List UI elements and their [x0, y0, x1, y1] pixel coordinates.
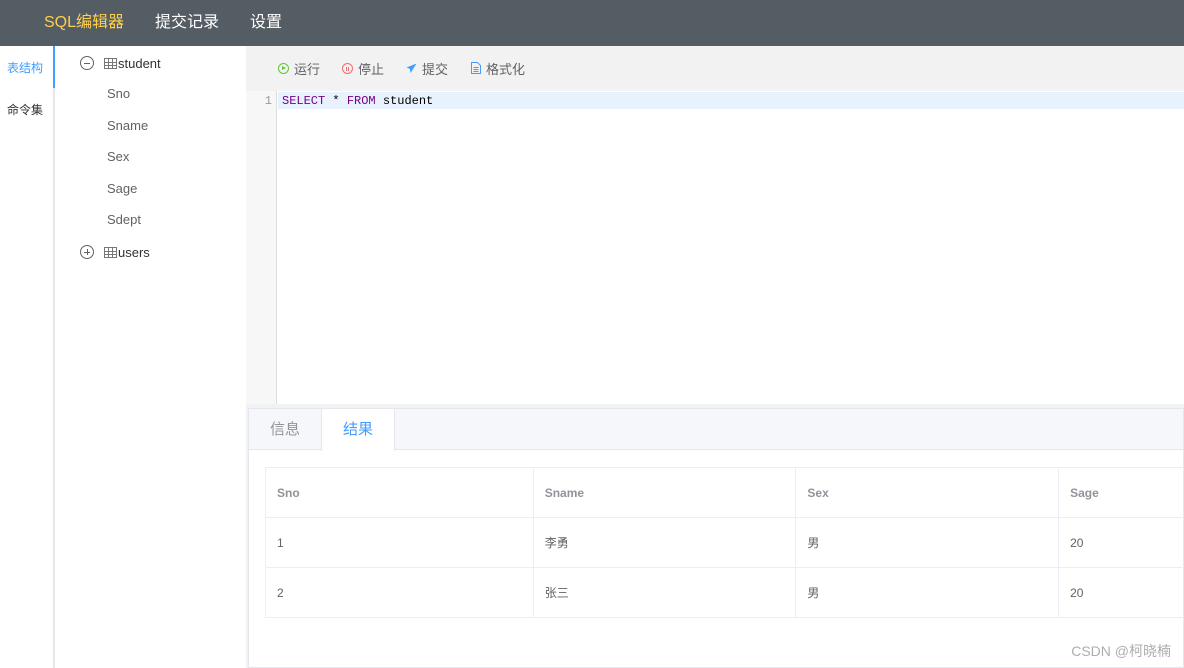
table-cell: 1: [265, 517, 534, 568]
tree-leaf-column[interactable]: Sdept: [107, 212, 141, 227]
tree-leaf-column[interactable]: Sno: [107, 86, 130, 101]
top-nav-bar: SQL编辑器 提交记录 设置: [0, 0, 1184, 46]
submit-label: 提交: [422, 61, 449, 77]
stop-label: 停止: [358, 61, 385, 77]
table-cell: 张三: [532, 567, 797, 618]
nav-sql-editor[interactable]: SQL编辑器: [44, 0, 124, 46]
tree-leaf-column[interactable]: Sname: [107, 118, 148, 133]
table-row: 2 张三 男 20: [265, 567, 1184, 618]
table-cell: 20: [1058, 567, 1184, 618]
side-tab-table-structure[interactable]: 表结构: [0, 46, 55, 88]
table-cell: 20: [1058, 517, 1184, 568]
watermark: CSDN @柯晓楠: [1071, 643, 1171, 659]
tab-info[interactable]: 信息: [249, 409, 321, 450]
code-line[interactable]: SELECT * FROM student: [282, 94, 433, 108]
table-cell: 男: [795, 517, 1060, 568]
minus-circle-icon[interactable]: [80, 56, 94, 70]
column-header[interactable]: Sage: [1058, 467, 1184, 518]
main-area: 运行 停止 提交 格式化 1 SELECT * FROM student 信息: [246, 46, 1184, 668]
table-row: 1 李勇 男 20: [265, 517, 1184, 568]
tree-node-label: users: [118, 244, 150, 260]
keyword-token: SELECT: [282, 94, 326, 108]
run-button[interactable]: 运行: [278, 59, 320, 78]
format-label: 格式化: [486, 61, 526, 77]
code-token: *: [325, 94, 347, 108]
tree-node-label: student: [118, 55, 161, 71]
run-label: 运行: [294, 61, 321, 77]
document-icon: [470, 62, 481, 74]
nav-settings[interactable]: 设置: [250, 0, 282, 46]
tree-node-student[interactable]: student: [55, 53, 161, 73]
side-tabs: 表结构 命令集: [0, 46, 55, 668]
column-header[interactable]: Sex: [795, 467, 1060, 518]
stop-button[interactable]: 停止: [342, 59, 384, 78]
format-button[interactable]: 格式化: [470, 59, 525, 78]
code-token: student: [375, 94, 434, 108]
line-number: 1: [264, 94, 272, 108]
table-cell: 男: [795, 567, 1060, 618]
schema-tree: student Sno Sname Sex Sage Sdept users: [55, 46, 246, 668]
tree-leaf-column[interactable]: Sage: [107, 181, 137, 196]
column-header[interactable]: Sname: [532, 467, 797, 518]
result-table: Sno Sname Sex Sage 1 李勇 男 20 2 张三 男 20: [265, 467, 1184, 618]
pause-circle-icon: [342, 62, 354, 74]
nav-submit-history[interactable]: 提交记录: [155, 0, 219, 46]
tree-leaf-column[interactable]: Sex: [107, 149, 129, 164]
table-icon: [104, 246, 117, 258]
table-header-row: Sno Sname Sex Sage: [265, 467, 1184, 518]
line-gutter: 1: [246, 91, 277, 404]
submit-button[interactable]: 提交: [406, 59, 448, 78]
editor-toolbar: 运行 停止 提交 格式化: [246, 46, 1184, 90]
play-circle-icon: [278, 62, 289, 74]
table-cell: 2: [265, 567, 534, 618]
column-header[interactable]: Sno: [265, 467, 534, 518]
sql-editor[interactable]: 1 SELECT * FROM student: [246, 91, 1184, 404]
tab-result[interactable]: 结果: [321, 409, 396, 451]
side-tab-command-set[interactable]: 命令集: [0, 88, 53, 130]
table-cell: 李勇: [532, 517, 797, 568]
tree-node-users[interactable]: users: [55, 242, 150, 262]
send-icon: [406, 63, 417, 74]
plus-circle-icon[interactable]: [80, 245, 94, 259]
result-panel: 信息 结果 Sno Sname Sex Sage 1 李勇 男 20 2 张三 …: [248, 408, 1184, 668]
table-icon: [104, 57, 117, 69]
result-tabs: 信息 结果: [249, 409, 1183, 451]
keyword-token: FROM: [346, 94, 376, 108]
